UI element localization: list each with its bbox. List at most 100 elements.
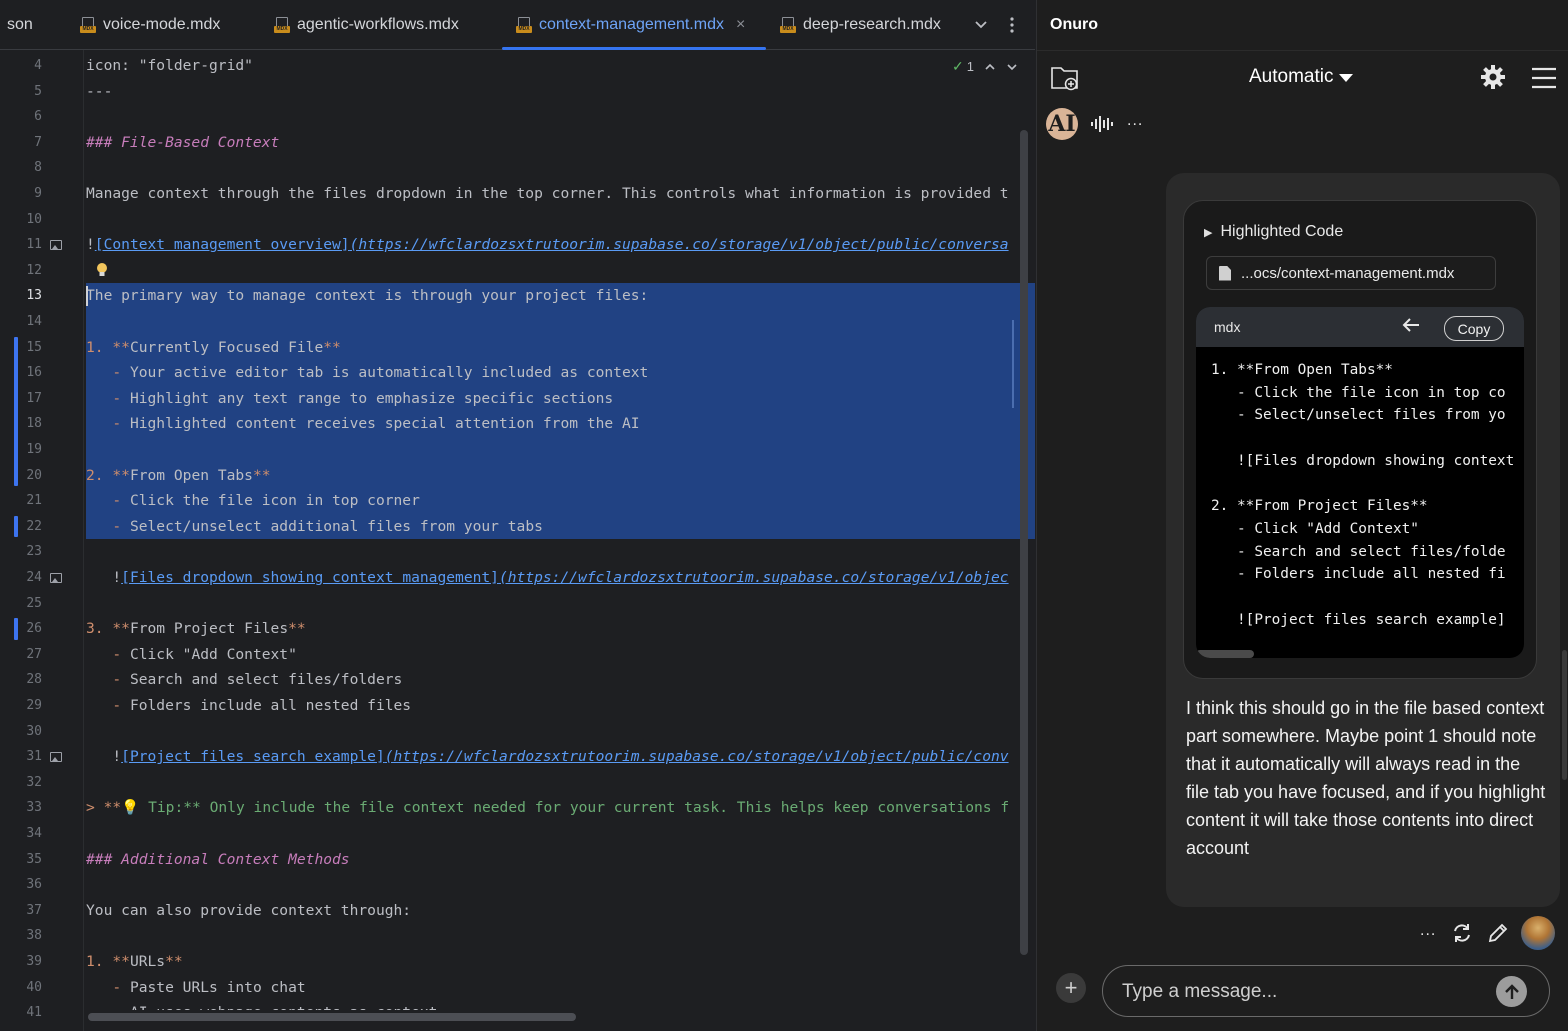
code-token: !: [86, 569, 122, 586]
code-token: Manage context through the files dropdow…: [86, 185, 1009, 202]
code-line: - Paste URLs into chat: [86, 975, 305, 1001]
code-line: ---: [86, 79, 112, 105]
code-token: Search and select files/folders: [129, 671, 403, 689]
tab-context-management[interactable]: MDX context-management.mdx ×: [502, 0, 766, 50]
previous-highlight-icon[interactable]: [984, 59, 996, 74]
assistant-chat-panel: Onuro Automatic AI ... ▶ Highlighted Cod…: [1036, 0, 1568, 1031]
code-token: URLs: [129, 953, 166, 970]
code-line: - Select/unselect additional files from …: [86, 514, 543, 540]
code-token: > **: [86, 799, 122, 817]
code-snippet-line: - Select/unselect files from yo: [1211, 407, 1506, 424]
intention-lightbulb-icon[interactable]: [96, 262, 108, 276]
code-snippet-card: mdx Copy 1. **From Open Tabs** - Click t…: [1196, 307, 1524, 658]
code-token: Currently Focused File: [129, 338, 324, 356]
tab-list-chevron-icon[interactable]: [971, 14, 991, 36]
line-number-gutter: 4 5 6 7 8 9 10 11 12 13 14 15 16 17 18 19 20 21 22 23 24 25 26…: [0, 50, 84, 1031]
code-editor[interactable]: son MDX voice-mode.mdx MDX agentic-workf…: [0, 0, 1035, 1031]
line-number: 41: [26, 1005, 42, 1021]
markdown-link-url: (https://wfclardozsxtrutoorim.supabase.c…: [498, 569, 1009, 586]
image-preview-icon[interactable]: [50, 240, 62, 251]
code-token: The primary way to manage context is thr…: [86, 287, 649, 305]
code-token: !: [86, 748, 122, 766]
new-folder-icon[interactable]: [1050, 64, 1080, 92]
code-line: > **💡 Tip:** Only include the file conte…: [86, 795, 1009, 821]
send-button[interactable]: [1496, 976, 1527, 1007]
line-number: 34: [26, 826, 42, 841]
code-token: !: [86, 236, 95, 254]
code-token: **: [288, 620, 306, 638]
copy-button[interactable]: Copy: [1444, 316, 1504, 341]
tab-close-icon[interactable]: ×: [736, 16, 745, 34]
vcs-change-marker[interactable]: [14, 618, 18, 640]
line-number: 6: [34, 109, 42, 125]
code-token: **: [112, 466, 130, 484]
vcs-change-marker[interactable]: [14, 336, 18, 487]
code-token: icon: "folder-grid": [86, 57, 253, 74]
message-input[interactable]: [1122, 978, 1482, 1006]
menu-hamburger-icon[interactable]: [1531, 67, 1557, 89]
more-options-icon[interactable]: ...: [1127, 112, 1143, 130]
list-bullet: -: [86, 492, 130, 510]
file-chip[interactable]: ...ocs/context-management.mdx: [1206, 256, 1496, 290]
divider: [1037, 50, 1568, 51]
list-bullet: -: [86, 415, 130, 433]
code-token: Click the file icon in top corner: [129, 492, 420, 510]
code-line: ### Additional Context Methods: [86, 847, 350, 873]
code-snippet-body: 1. **From Open Tabs** - Click the file i…: [1211, 359, 1524, 649]
horizontal-scrollbar[interactable]: [88, 1013, 576, 1021]
image-preview-icon[interactable]: [50, 573, 62, 583]
model-selector[interactable]: Automatic: [1249, 66, 1354, 88]
tab-json-partial[interactable]: son: [7, 0, 33, 50]
code-snippet-line: ![Project files search example]: [1211, 611, 1506, 628]
back-arrow-icon[interactable]: [1401, 316, 1421, 339]
list-bullet: -: [86, 389, 130, 407]
file-icon: [1219, 265, 1231, 281]
line-number: 28: [26, 672, 42, 688]
message-more-icon[interactable]: ...: [1420, 922, 1436, 940]
tab-deep-research[interactable]: MDX deep-research.mdx: [780, 0, 941, 50]
code-snippet-line: [1211, 586, 1524, 609]
line-number: 9: [34, 186, 42, 201]
model-label: Automatic: [1249, 66, 1334, 87]
line-number: 5: [34, 83, 42, 99]
code-line: 1. **URLs**: [86, 949, 183, 975]
edit-pencil-icon[interactable]: [1487, 922, 1509, 949]
code-snippet-line: 1. **From Open Tabs**: [1211, 362, 1393, 378]
regenerate-icon[interactable]: [1451, 922, 1473, 949]
attachment-title: Highlighted Code: [1220, 223, 1344, 240]
code-snippet-line: - Click the file icon in top co: [1211, 384, 1506, 401]
vertical-scrollbar[interactable]: [1020, 130, 1028, 955]
list-number: 3.: [86, 620, 104, 638]
tab-options-kebab-icon[interactable]: [1002, 14, 1022, 36]
inspection-widget[interactable]: ✓ 1: [952, 58, 1018, 75]
line-number: 18: [26, 416, 42, 432]
code-area[interactable]: icon: "folder-grid" --- ### File-Based Con…: [86, 50, 1035, 1010]
attachment-header[interactable]: ▶ Highlighted Code: [1204, 223, 1343, 241]
message-text: I think this should go in the file based…: [1186, 698, 1546, 858]
add-attachment-button[interactable]: +: [1056, 973, 1086, 1003]
vcs-change-marker[interactable]: [14, 515, 18, 538]
highlighted-code-attachment[interactable]: ▶ Highlighted Code ...ocs/context-manage…: [1183, 200, 1537, 679]
tab-voice-mode[interactable]: MDX voice-mode.mdx: [80, 0, 220, 50]
code-token: Highlight any text range to emphasize sp…: [129, 389, 614, 407]
next-highlight-icon[interactable]: [1006, 59, 1018, 74]
image-preview-icon[interactable]: [50, 752, 62, 763]
code-token: Select/unselect additional files from yo…: [129, 517, 543, 535]
list-number: 1.: [86, 338, 104, 356]
line-number: 10: [26, 211, 42, 227]
lightbulb-icon: 💡: [121, 799, 140, 817]
code-card-scrollbar[interactable]: [1196, 650, 1254, 658]
code-token: **: [112, 620, 130, 638]
tab-agentic-workflows[interactable]: MDX agentic-workflows.mdx: [274, 0, 459, 50]
chat-scrollbar[interactable]: [1562, 650, 1567, 780]
code-line: 1. **Currently Focused File**: [86, 335, 341, 361]
markdown-link-url: (https://wfclardozsxtrutoorim.supabase.c…: [349, 236, 1009, 254]
line-number: 8: [34, 160, 42, 176]
user-avatar[interactable]: [1521, 916, 1555, 950]
tab-label: agentic-workflows.mdx: [297, 16, 459, 33]
line-number: 27: [26, 646, 42, 662]
markdown-link-url: (https://wfclardozsxtrutoorim.supabase.c…: [384, 748, 1009, 766]
tip-text: Tip:** Only include the file context nee…: [139, 799, 1010, 817]
settings-gear-icon[interactable]: [1480, 64, 1506, 90]
audio-waveform-icon[interactable]: [1090, 114, 1114, 134]
